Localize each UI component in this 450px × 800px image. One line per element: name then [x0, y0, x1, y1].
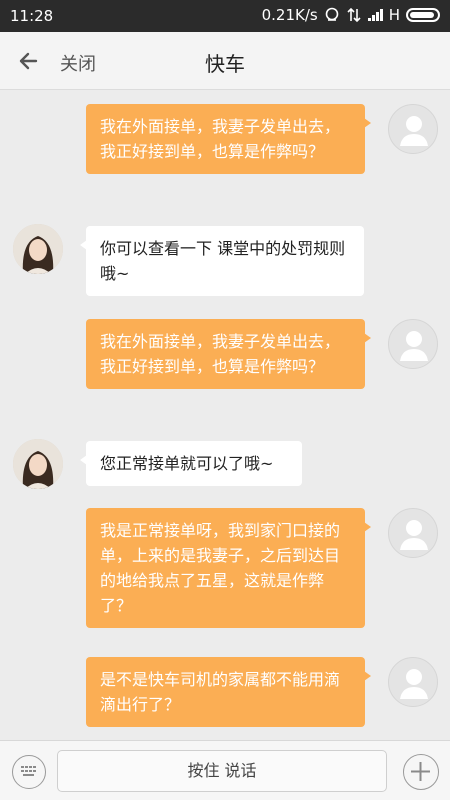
status-right: 0.21K/s H — [262, 6, 440, 24]
signal-icon — [367, 9, 383, 21]
input-bar: 按住 说话 — [0, 740, 450, 800]
keyboard-icon — [21, 766, 36, 776]
chat-list[interactable]: 我在外面接单，我妻子发单出去，我正好接到单，也算是作弊吗？ 你可以查看一下 课堂… — [0, 90, 450, 740]
hold-to-talk-button[interactable]: 按住 说话 — [57, 750, 387, 792]
keyboard-button[interactable] — [12, 755, 46, 789]
user-avatar[interactable] — [388, 657, 438, 707]
message-bubble-outgoing[interactable]: 我是正常接单呀，我到家门口接的单，上来的是我妻子，之后到达目的地给我点了五星，这… — [86, 508, 371, 628]
close-button[interactable]: 关闭 — [60, 50, 96, 76]
qq-icon — [325, 7, 339, 21]
message-bubble-outgoing[interactable]: 我在外面接单，我妻子发单出去，我正好接到单，也算是作弊吗？ — [86, 319, 371, 389]
default-user-avatar-icon — [400, 331, 428, 361]
message-bubble-outgoing[interactable]: 我在外面接单，我妻子发单出去，我正好接到单，也算是作弊吗？ — [86, 104, 371, 174]
agent-avatar[interactable] — [13, 224, 63, 274]
agent-avatar[interactable] — [13, 439, 63, 489]
message-bubble-incoming[interactable]: 您正常接单就可以了哦~ — [80, 441, 302, 486]
plus-icon — [411, 762, 430, 781]
battery-icon — [406, 8, 440, 22]
message-bubble-incoming[interactable]: 你可以查看一下 课堂中的处罚规则哦~ — [80, 226, 364, 296]
network-speed: 0.21K/s — [261, 6, 318, 24]
nav-header: 关闭 快车 — [0, 32, 450, 90]
data-arrows-icon — [347, 7, 361, 23]
default-user-avatar-icon — [400, 669, 428, 699]
service-agent-photo — [13, 224, 63, 274]
network-type: H — [388, 6, 400, 24]
default-user-avatar-icon — [400, 520, 428, 550]
user-avatar[interactable] — [388, 104, 438, 154]
arrow-left-icon[interactable] — [14, 46, 44, 76]
status-time: 11:28 — [10, 7, 54, 25]
more-button[interactable] — [403, 754, 439, 790]
user-avatar[interactable] — [388, 508, 438, 558]
service-agent-photo — [13, 439, 63, 489]
default-user-avatar-icon — [400, 116, 428, 146]
status-bar: 11:28 0.21K/s H — [0, 0, 450, 32]
user-avatar[interactable] — [388, 319, 438, 369]
message-bubble-outgoing[interactable]: 是不是快车司机的家属都不能用滴滴出行了？ — [86, 657, 371, 727]
